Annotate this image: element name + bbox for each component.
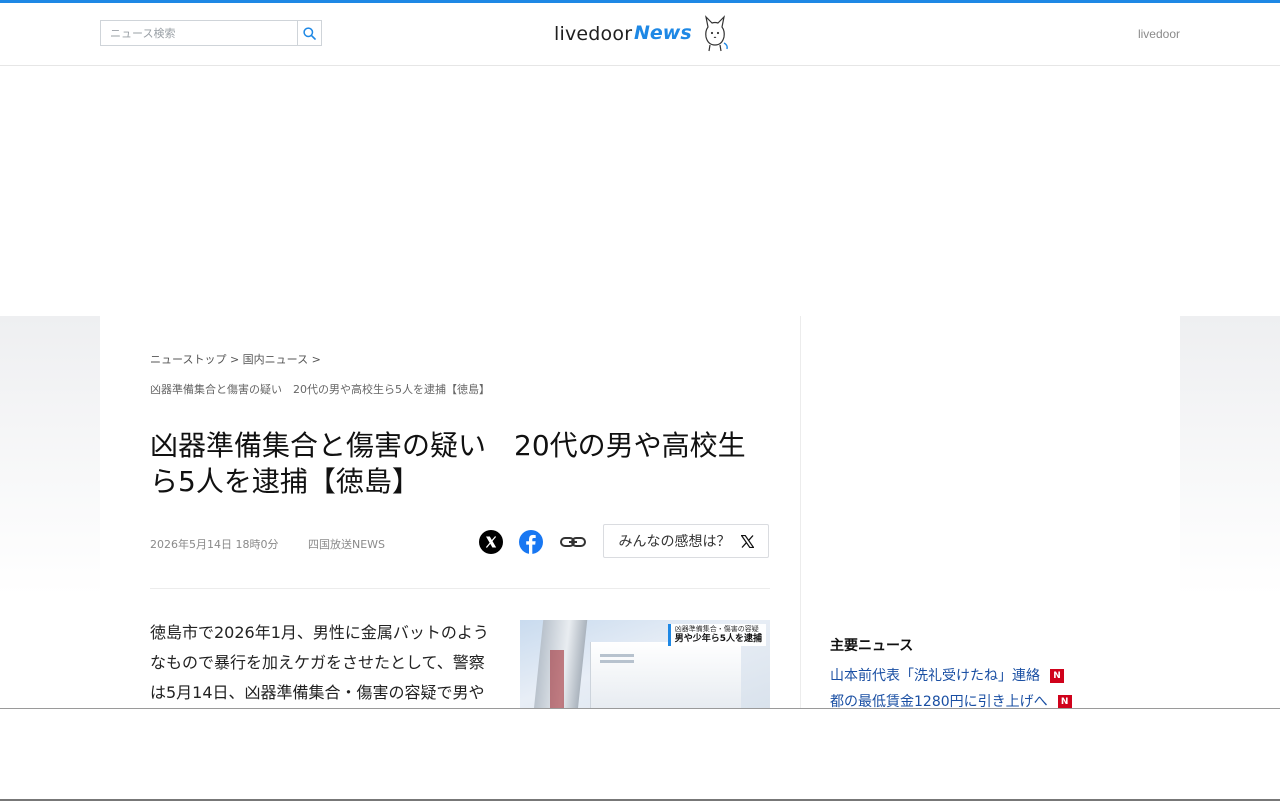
site-header: livedoor News livedoor <box>0 3 1280 66</box>
search-button[interactable] <box>297 20 322 46</box>
image-building <box>590 642 741 710</box>
search-input[interactable] <box>100 20 298 46</box>
sidebar-news-link[interactable]: 山本前代表「洗礼受けたね」連絡 <box>830 668 1040 684</box>
bottom-ad-bar <box>0 708 1280 801</box>
article-column: ニューストップ > 国内ニュース > 凶器準備集合と傷害の疑い 20代の男や高校… <box>100 316 801 710</box>
breadcrumb-separator: > <box>229 353 240 366</box>
sidebar-heading: 主要ニュース <box>830 638 914 654</box>
list-item: 山本前代表「洗礼受けたね」連絡 N <box>830 666 1072 692</box>
image-window <box>600 660 634 663</box>
breadcrumb-item-domestic[interactable]: 国内ニュース <box>243 353 308 366</box>
divider <box>150 588 770 589</box>
image-window <box>600 654 634 657</box>
article-date: 2026年5月14日 18時0分 <box>150 538 279 551</box>
image-caption-main: 男や少年ら5人を逮捕 <box>674 634 762 644</box>
sidebar: 主要ニュース 山本前代表「洗礼受けたね」連絡 N 都の最低賃金1280円に引き上げ… <box>801 316 1180 710</box>
image-caption-top: 凶器準備集合・傷害の容疑 <box>674 625 759 633</box>
breadcrumb: ニューストップ > 国内ニュース > <box>150 351 321 367</box>
x-icon[interactable] <box>479 530 503 554</box>
article-image[interactable]: 凶器準備集合・傷害の容疑 男や少年ら5人を逮捕 <box>520 620 770 710</box>
search-box <box>100 20 322 46</box>
new-badge: N <box>1050 669 1064 683</box>
breadcrumb-current: 凶器準備集合と傷害の疑い 20代の男や高校生ら5人を逮捕【徳島】 <box>150 383 490 396</box>
comment-impression-button[interactable]: みんなの感想は？ <box>603 524 769 558</box>
comment-impression-label: みんなの感想は？ <box>618 534 731 550</box>
new-badge: N <box>1057 695 1072 709</box>
article-source[interactable]: 四国放送NEWS <box>308 538 385 551</box>
article-meta: 2026年5月14日 18時0分 四国放送NEWS <box>150 536 385 552</box>
x-icon <box>740 534 754 548</box>
image-pillar-sign <box>550 650 564 710</box>
facebook-icon[interactable] <box>519 530 543 554</box>
breadcrumb-item-news-top[interactable]: ニューストップ <box>150 353 226 366</box>
article-body: 徳島市で2026年1月、男性に金属バットのようなもので暴行を加えケガをさせたとし… <box>150 623 489 702</box>
page-title: 凶器準備集合と傷害の疑い 20代の男や高校生ら5人を逮捕【徳島】 <box>150 429 746 498</box>
logo-accent: News <box>634 22 692 44</box>
search-icon <box>303 26 316 40</box>
image-caption: 凶器準備集合・傷害の容疑 男や少年ら5人を逮捕 <box>667 624 766 646</box>
link-icon[interactable] <box>559 530 587 554</box>
site-logo[interactable]: livedoor News <box>554 15 734 55</box>
breadcrumb-separator: > <box>311 353 321 366</box>
dog-mascot-icon <box>705 15 728 52</box>
logo-text: livedoor <box>554 23 633 45</box>
livedoor-link[interactable]: livedoor <box>1138 27 1180 41</box>
